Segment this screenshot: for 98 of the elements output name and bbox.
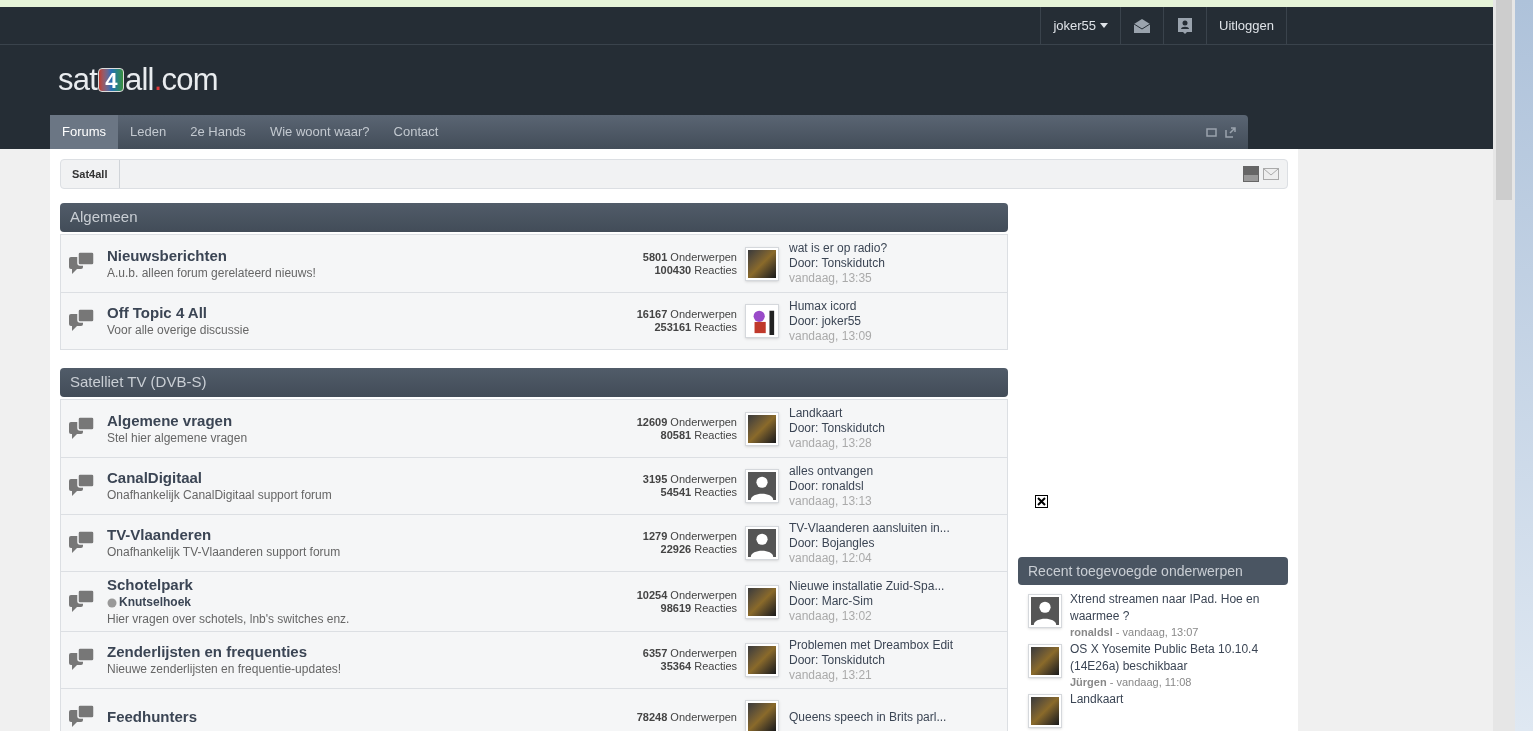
external-link-icon[interactable]	[1225, 126, 1236, 138]
mail-icon[interactable]	[1263, 166, 1279, 182]
avatar-silhouette	[748, 472, 776, 500]
nav-tab[interactable]: 2e Hands	[178, 115, 258, 149]
scroll-thumb[interactable]	[1496, 0, 1512, 200]
category-heading[interactable]: Algemeen	[60, 203, 1008, 232]
forum-description: A.u.b. alleen forum gerelateerd nieuws!	[107, 264, 317, 281]
reply-count: 35364 Reacties	[660, 660, 737, 673]
recent-topic-meta: Jürgen - vandaag, 11:08	[1070, 675, 1193, 689]
photo-placeholder	[1031, 697, 1059, 725]
last-post-time: vandaag, 13:13	[789, 493, 873, 509]
topic-count: 12609 Onderwerpen	[636, 415, 737, 429]
forum-description: Hier vragen over schotels, lnb's switches enz.	[107, 611, 351, 627]
photo-placeholder	[748, 703, 776, 731]
last-post-link[interactable]: Problemen met Dreambox Edit	[789, 637, 989, 653]
last-post-time: vandaag, 13:35	[789, 271, 873, 286]
reply-count: 54541 Reacties	[660, 486, 737, 499]
status-dot-icon	[107, 597, 117, 608]
speech-bubbles-icon	[69, 473, 95, 499]
caret-icon	[1100, 23, 1109, 28]
forum-title[interactable]: Algemene vragen	[107, 411, 637, 430]
speech-bubbles-icon	[69, 308, 95, 334]
last-post-link[interactable]: Queens speech in Brits parl...	[789, 709, 989, 725]
sidebar-heading: Recent toegevoegde onderwerpen	[1018, 557, 1288, 585]
last-post-author: Door: Tonskidutch	[789, 256, 886, 271]
photo-placeholder	[748, 646, 776, 674]
forum-title[interactable]: Schotelpark	[107, 576, 637, 594]
last-post-time: vandaag, 13:02	[789, 609, 873, 624]
reply-count: 100430 Reacties	[654, 263, 737, 277]
avatar-silhouette	[748, 529, 776, 557]
category-heading[interactable]: Satelliet TV (DVB-S)	[60, 368, 1008, 397]
recent-topic-meta: ronaldsl - vandaag, 13:07	[1070, 625, 1200, 639]
photo-placeholder	[1031, 647, 1059, 675]
topic-count: 78248 Onderwerpen	[636, 710, 737, 724]
reply-count: 98619 Reacties	[660, 601, 737, 615]
forum-title[interactable]: TV-Vlaanderen	[107, 526, 643, 544]
photo-placeholder	[748, 249, 776, 278]
speech-bubbles-icon	[69, 530, 95, 556]
forum-title[interactable]: Zenderlijsten en frequenties	[107, 643, 643, 661]
speech-bubbles-icon	[69, 415, 95, 442]
last-post-author: Door: Marc-Sim	[789, 594, 874, 609]
broken-image-icon	[1035, 495, 1048, 508]
forum-title[interactable]: Nieuwsberichten	[107, 246, 643, 265]
last-post-author: Door: joker55	[789, 313, 863, 329]
last-post-link[interactable]: wat is er op radio?	[789, 241, 989, 256]
last-post-author: Door: Tonskidutch	[789, 421, 886, 436]
last-post-author: Door: Bojangles	[789, 535, 876, 551]
last-post-time: vandaag, 13:28	[789, 436, 873, 451]
reply-count: 80581 Reacties	[660, 428, 737, 442]
last-post-link[interactable]: Nieuwe installatie Zuid-Spa...	[789, 579, 989, 594]
forum-description: Nieuwe zenderlijsten en frequentie-updates!	[107, 661, 343, 677]
reply-count: 253161 Reacties	[654, 321, 737, 334]
forum-description: Stel hier algemene vragen	[107, 429, 249, 446]
nav-tab[interactable]: Contact	[381, 115, 451, 149]
forum-description: Onafhankelijk TV-Vlaanderen support forum	[107, 544, 342, 560]
recent-topic-link[interactable]: Xtrend streamen naar IPad. Hoe en waarmee ?	[1070, 591, 1278, 625]
logout-link[interactable]: Uitloggen	[1206, 7, 1287, 44]
last-post-link[interactable]: TV-Vlaanderen aansluiten in...	[789, 520, 989, 536]
forum-title[interactable]: CanalDigitaal	[107, 469, 643, 487]
avatar-silhouette	[1031, 597, 1059, 625]
topic-count: 3195 Onderwerpen	[642, 473, 737, 486]
forum-title[interactable]: Off Topic 4 All	[107, 304, 637, 322]
speech-bubbles-icon	[69, 647, 95, 673]
last-post-link[interactable]: Landkaart	[789, 406, 989, 421]
person-card-icon	[1178, 17, 1193, 34]
site-logo[interactable]: sat 4 all.com	[58, 56, 218, 104]
topic-count: 16167 Onderwerpen	[636, 308, 737, 321]
forum-description: Voor alle overige discussie	[107, 322, 251, 338]
reply-count: 22926 Reacties	[660, 543, 737, 556]
nav-tab[interactable]: Forums	[50, 115, 119, 149]
window-icon[interactable]	[1206, 127, 1217, 137]
nav-tab[interactable]: Leden	[118, 115, 179, 149]
last-post-author: Door: Tonskidutch	[789, 652, 886, 668]
subforum-link[interactable]: Knutselhoek	[107, 594, 637, 611]
last-post-link[interactable]: alles ontvangen	[789, 463, 989, 479]
scrollbar[interactable]	[1493, 0, 1515, 731]
youtube-icon[interactable]	[1243, 166, 1259, 182]
photo-placeholder	[748, 414, 776, 443]
speech-bubbles-icon	[69, 588, 95, 615]
speech-bubbles-icon	[69, 250, 95, 277]
topic-count: 10254 Onderwerpen	[636, 588, 737, 602]
photo-placeholder	[748, 587, 776, 616]
envelope-icon	[1133, 18, 1152, 33]
breadcrumb-link[interactable]: Sat4all	[61, 160, 121, 188]
last-post-author: Door: ronaldsl	[789, 478, 865, 494]
forum-title[interactable]: Feedhunters	[107, 708, 637, 726]
last-post-time: vandaag, 13:09	[789, 328, 873, 344]
topic-count: 6357 Onderwerpen	[642, 647, 737, 660]
forum-description: Onafhankelijk CanalDigitaal support forum	[107, 487, 333, 503]
last-post-time: vandaag, 12:04	[789, 550, 873, 566]
user-menu[interactable]: joker55	[1040, 7, 1121, 44]
last-post-time: vandaag, 13:21	[789, 667, 873, 683]
recent-topic-link[interactable]: Landkaart	[1070, 691, 1124, 708]
topic-count: 5801 Onderwerpen	[642, 250, 737, 264]
last-post-link[interactable]: Humax icord	[789, 298, 989, 314]
topic-count: 1279 Onderwerpen	[642, 530, 737, 543]
nav-tab[interactable]: Wie woont waar?	[257, 115, 382, 149]
recent-topic-link[interactable]: OS X Yosemite Public Beta 10.10.4 (14E26a) beschikbaar	[1070, 641, 1278, 675]
